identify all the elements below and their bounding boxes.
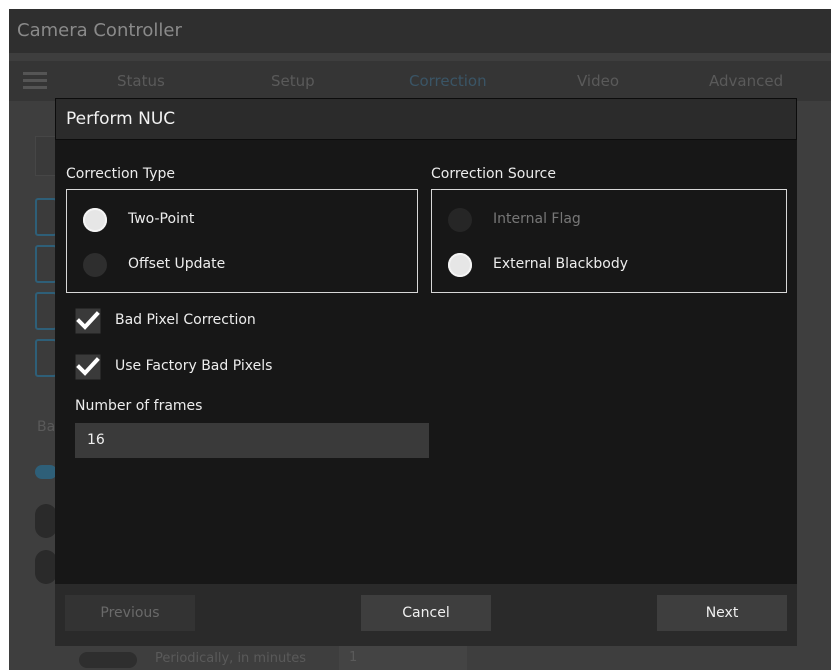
correction-source-group: Internal Flag External Blackbody	[431, 189, 787, 293]
background-label: Ba	[37, 419, 56, 435]
background-toggle	[35, 504, 57, 538]
radio-selected-icon[interactable]	[83, 208, 107, 232]
periodic-toggle	[79, 652, 137, 668]
nav-bar: Status Setup Correction Video Advanced	[9, 61, 831, 101]
background-row-3	[35, 339, 57, 377]
tab-setup[interactable]: Setup	[271, 61, 315, 101]
hamburger-menu-icon[interactable]	[23, 72, 47, 90]
dialog-footer: Previous Cancel Next	[55, 584, 797, 646]
correction-type-label: Correction Type	[66, 166, 176, 182]
checkmark-icon[interactable]	[75, 354, 101, 380]
background-toggle	[35, 550, 57, 584]
periodic-input: 1	[339, 646, 467, 670]
background-toggle	[35, 465, 57, 479]
background-row-2	[35, 292, 57, 330]
tab-correction[interactable]: Correction	[409, 61, 487, 101]
background-row-0	[35, 198, 57, 236]
app-title: Camera Controller	[9, 9, 831, 53]
tab-video[interactable]: Video	[577, 61, 619, 101]
tab-advanced[interactable]: Advanced	[709, 61, 783, 101]
frames-label: Number of frames	[75, 398, 203, 414]
cancel-button[interactable]: Cancel	[361, 595, 491, 631]
correction-type-group: Two-Point Offset Update	[66, 189, 418, 293]
dialog-title: Perform NUC	[55, 98, 797, 140]
perform-nuc-dialog: Perform NUC Correction Type Two-Point Of…	[55, 98, 797, 646]
tab-status[interactable]: Status	[117, 61, 165, 101]
previous-button[interactable]: Previous	[65, 595, 195, 631]
periodic-label: Periodically, in minutes	[155, 651, 307, 666]
radio-selected-icon[interactable]	[448, 253, 472, 277]
camera-controller-window: Camera Controller Status Setup Correctio…	[9, 9, 831, 670]
next-button[interactable]: Next	[657, 595, 787, 631]
background-periodic-row: Periodically, in minutes 1	[9, 646, 831, 670]
radio-disabled-icon	[448, 208, 472, 232]
checkmark-icon[interactable]	[75, 308, 101, 334]
frames-input[interactable]: 16	[75, 423, 429, 458]
radio-unselected-icon[interactable]	[83, 253, 107, 277]
correction-source-label: Correction Source	[431, 166, 556, 182]
background-row-1	[35, 245, 57, 283]
